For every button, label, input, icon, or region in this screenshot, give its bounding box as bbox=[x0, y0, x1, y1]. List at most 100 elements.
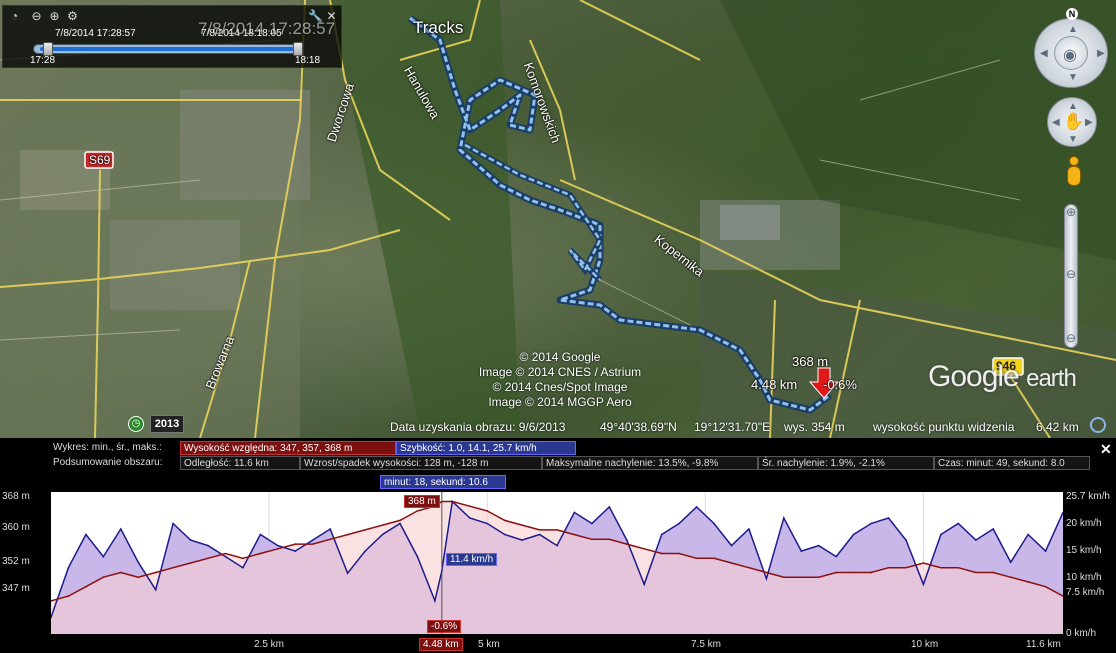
settings-icon[interactable]: ⚙ bbox=[66, 10, 79, 23]
speed-point bbox=[748, 528, 750, 530]
start-datetime: 7/8/2014 17:28:57 bbox=[55, 28, 136, 39]
speed-point bbox=[364, 550, 366, 552]
speed-point bbox=[591, 522, 593, 525]
streaming-indicator-icon bbox=[1090, 417, 1106, 433]
speed-point bbox=[259, 533, 262, 536]
elevation-point bbox=[835, 571, 837, 574]
elevation-point bbox=[643, 548, 646, 550]
x-tick: 2.5 km bbox=[254, 639, 285, 650]
speed-point bbox=[870, 522, 872, 525]
slider-min-label: 17:28 bbox=[30, 55, 56, 66]
speed-point bbox=[85, 533, 87, 536]
speed-point bbox=[940, 533, 942, 536]
speed-point bbox=[189, 539, 192, 541]
elevation-point bbox=[992, 571, 995, 574]
summary-gain: Wzrost/spadek wysokości: 128 m, -128 m bbox=[300, 456, 542, 470]
speed-point bbox=[468, 517, 471, 519]
speed-point bbox=[992, 528, 995, 530]
speed-point bbox=[207, 544, 209, 547]
zoom-in-icon[interactable]: ⊕ bbox=[1066, 206, 1076, 218]
elevation-point bbox=[259, 552, 262, 555]
longitude: 19°12'31.70"E bbox=[694, 420, 771, 434]
look-around-control[interactable]: ▲ ▼ ◀ ▶ ◉ bbox=[1034, 18, 1108, 88]
zoom-handle[interactable]: ⊖ bbox=[1066, 268, 1076, 280]
ground-elevation: wys. 354 m bbox=[784, 420, 845, 434]
elevation-point bbox=[154, 571, 157, 574]
elevation-point bbox=[887, 566, 890, 569]
elevation-point bbox=[346, 533, 349, 536]
imagery-credits: © 2014 Google Image © 2014 CNES / Astriu… bbox=[465, 350, 655, 410]
speed-stat[interactable]: Szybkość: 1.0, 14.1, 25.7 km/h bbox=[396, 441, 576, 455]
imagery-date: Data uzyskania obrazu: 9/6/2013 bbox=[390, 420, 566, 434]
elevation-point bbox=[730, 562, 733, 564]
speed-point bbox=[503, 533, 506, 536]
elevation-point bbox=[556, 529, 558, 531]
elevation-point bbox=[1009, 576, 1012, 578]
pegman-icon[interactable] bbox=[1064, 156, 1084, 192]
elevation-point bbox=[660, 552, 663, 555]
elevation-point bbox=[441, 500, 443, 503]
credit-line: © 2014 Cnes/Spot Image bbox=[492, 380, 628, 394]
elevation-point bbox=[870, 571, 872, 574]
hand-icon: ✋ bbox=[1063, 112, 1085, 131]
eye-icon: ◉ bbox=[1063, 47, 1077, 64]
elevation-point bbox=[765, 571, 768, 574]
zoom-out-icon[interactable]: ⊖ bbox=[1066, 332, 1076, 344]
elevation-point bbox=[294, 543, 297, 545]
speed-point bbox=[1044, 550, 1047, 552]
status-bar: Data uzyskania obrazu: 9/6/2013 49°40'38… bbox=[0, 412, 1116, 438]
elevation-point bbox=[1027, 581, 1029, 583]
elevation-point bbox=[311, 543, 314, 545]
profile-summary-row: Podsumowanie obszaru: Odległość: 11.6 km… bbox=[0, 456, 1116, 470]
elevation-speed-chart[interactable] bbox=[50, 492, 1064, 634]
elevation-stat[interactable]: Wysokość względna: 347, 357, 368 m bbox=[180, 441, 396, 455]
current-time-display: 7/8/2014 17:28:57 bbox=[198, 19, 336, 38]
x-tick: 11.6 km bbox=[1026, 639, 1061, 650]
speed-point bbox=[242, 566, 244, 569]
speed-point bbox=[835, 555, 837, 558]
speed-point bbox=[399, 522, 401, 525]
speed-point bbox=[643, 583, 646, 586]
speed-point bbox=[521, 539, 523, 541]
cursor-speed-badge: 11.4 km/h bbox=[446, 553, 498, 566]
speed-point bbox=[905, 539, 907, 541]
elevation-point bbox=[974, 571, 977, 574]
cursor-elevation-badge: 368 m bbox=[404, 495, 440, 508]
summary-time: Czas: minut: 49, sekund: 8.0 bbox=[934, 456, 1090, 470]
elevation-point bbox=[172, 566, 174, 569]
credit-line: Image © 2014 CNES / Astrium bbox=[478, 365, 642, 379]
time-slider-end-knob[interactable] bbox=[293, 42, 303, 56]
speed-point bbox=[154, 588, 157, 591]
zoom-out-time-icon[interactable]: ⊖ bbox=[30, 10, 43, 23]
elevation-point bbox=[922, 562, 925, 564]
elevation-point bbox=[102, 576, 105, 578]
elevation-point bbox=[852, 571, 855, 574]
time-slider-track[interactable] bbox=[33, 44, 303, 54]
cursor-slope-badge: -0.6% bbox=[427, 620, 462, 633]
speed-point bbox=[556, 544, 558, 547]
elevation-point bbox=[573, 533, 576, 536]
move-control[interactable]: ▲ ▼ ◀ ▶ ✋ bbox=[1047, 97, 1097, 147]
summary-avg-slope: Śr. nachylenie: 1.9%, -2.1% bbox=[758, 456, 934, 470]
elevation-point bbox=[625, 543, 628, 545]
elevation-point bbox=[678, 552, 680, 555]
clock-icon[interactable]: ◔ bbox=[8, 10, 21, 23]
speed-point bbox=[451, 500, 454, 503]
elevation-point bbox=[748, 566, 750, 569]
speed-point bbox=[538, 533, 541, 536]
elevation-point bbox=[399, 519, 401, 522]
logo-product: earth bbox=[1026, 365, 1077, 392]
elevation-point bbox=[85, 585, 87, 588]
credit-line: © 2014 Google bbox=[519, 350, 601, 364]
time-slider-start-knob[interactable] bbox=[43, 42, 53, 56]
y-right-tick: 7.5 km/h bbox=[1066, 587, 1105, 598]
x-tick: 7.5 km bbox=[691, 639, 722, 650]
tracks-folder-label[interactable]: Tracks bbox=[413, 18, 463, 38]
north-compass-icon[interactable]: N bbox=[1066, 8, 1078, 20]
zoom-in-time-icon[interactable]: ⊕ bbox=[48, 10, 61, 23]
speed-point bbox=[441, 570, 443, 572]
marker-distance-label: 4.48 km bbox=[751, 377, 798, 392]
zoom-slider-track[interactable]: ⊕ ⊖ ⊖ bbox=[1064, 204, 1078, 348]
map-view[interactable]: S69 946 Hanulowa Komorowskich Dworcowa K… bbox=[0, 0, 1116, 438]
speed-point bbox=[783, 517, 785, 519]
